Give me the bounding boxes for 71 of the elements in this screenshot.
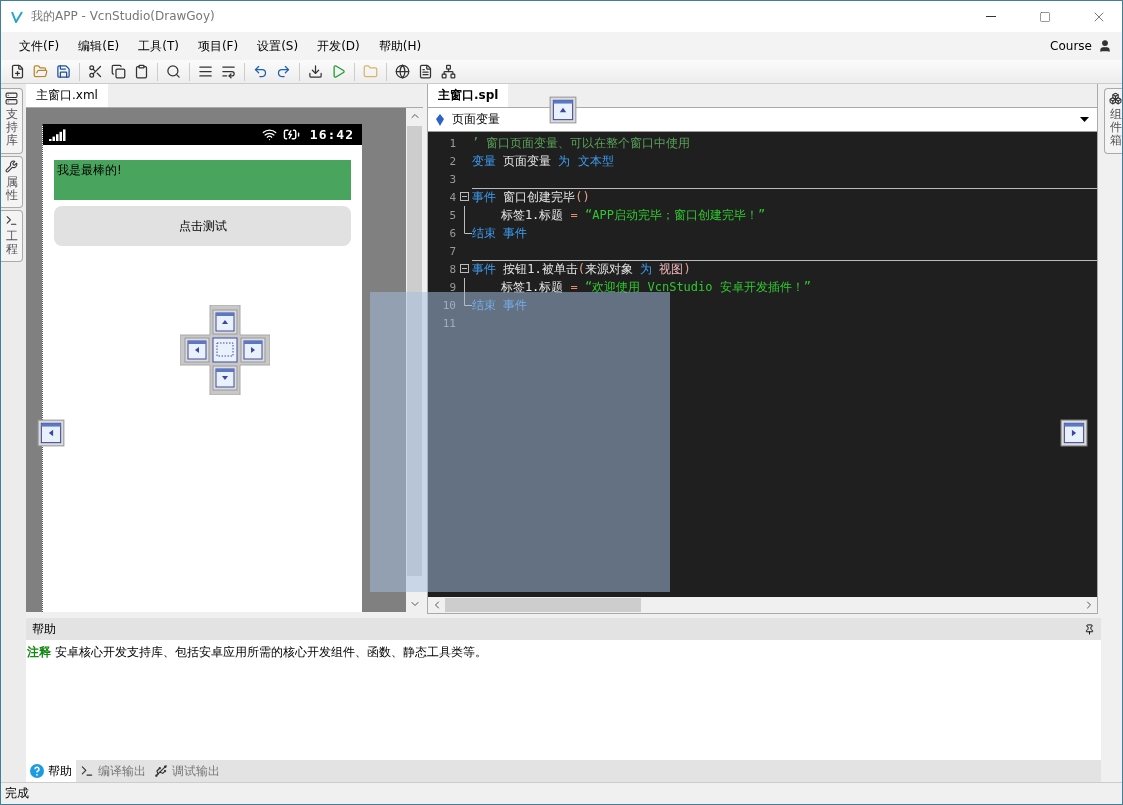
dock-tab[interactable]: 工程	[1, 209, 23, 263]
diamond-icon	[436, 113, 444, 126]
panel-tab[interactable]: 帮助	[26, 760, 76, 782]
app-logo-icon	[11, 10, 23, 23]
line-number: 9	[448, 280, 456, 294]
panel-title: 帮助	[32, 620, 57, 638]
code-line: 事件 按钮1.被单击(来源对象 为 视图)	[472, 260, 691, 278]
fold-end-icon	[464, 296, 472, 306]
terminal-icon	[5, 213, 18, 227]
menu-item[interactable]: 帮助(H)	[370, 35, 430, 57]
line-number: 8	[448, 262, 456, 276]
code-line: 变量 页面变量 为 文本型	[472, 152, 614, 170]
console-icon	[80, 764, 94, 778]
line-number: 7	[448, 244, 456, 258]
status-text: 完成	[5, 785, 29, 802]
dock-guide-drawing[interactable]	[180, 305, 270, 395]
server-icon	[5, 92, 18, 105]
usb-icon	[154, 764, 168, 778]
line-number: 3	[448, 172, 456, 186]
code-line: 结束 事件	[472, 224, 528, 242]
code-line: 标签1.标题 = “APP启动完毕；窗口创建完毕！”	[499, 206, 766, 224]
dock-top-guide-icon[interactable]	[548, 95, 578, 125]
dropdown-caret-icon	[1080, 117, 1089, 122]
maximize-icon	[1039, 10, 1051, 23]
line-number: 1	[448, 136, 456, 150]
menu-item[interactable]: 工具(T)	[130, 35, 187, 57]
wrench-icon	[5, 159, 18, 173]
line-number: 11	[441, 316, 456, 330]
pin-icon[interactable]	[1084, 623, 1095, 635]
dock-tab[interactable]: 支持库	[1, 88, 23, 154]
signal-icon	[49, 128, 67, 141]
fold-end-icon	[464, 224, 472, 234]
line-number: 10	[441, 298, 456, 312]
line-number: 6	[448, 226, 456, 240]
panel-tab[interactable]: 编译输出	[76, 760, 150, 782]
line-number: 2	[448, 154, 456, 168]
document-tab[interactable]: 主窗口.spl	[428, 84, 509, 107]
line-number: 5	[448, 208, 456, 222]
minimize-icon	[986, 16, 996, 17]
code-editor[interactable]: 1 ’ 窗口页面变量、可以在整个窗口中使用 2 变量 页面变量 为 文本型 3 4 事件 窗口创建完毕() 5 标签1.标题 = “APP启动完毕；窗口创建完毕！” 6 结束 事件 7 8 事件 按钮1.被单击(来源对象 为 视图) 9 标签1.标题 = “欢迎使用 VcnStudio 安卓开发插件！” 10 结束 事件 11	[428, 132, 1097, 597]
help-note: 注释 安卓核心开发支持库、包括安卓应用所需的核心开发组件、函数、静态工具类等。	[27, 644, 488, 661]
line-number: 4	[448, 190, 456, 204]
fold-toggle-icon[interactable]	[460, 192, 469, 201]
fold-toggle-icon[interactable]	[460, 264, 469, 273]
code-line: 标签1.标题 = “欢迎使用 VcnStudio 安卓开发插件！”	[499, 278, 811, 296]
panel-tab[interactable]: 调试输出	[150, 760, 224, 782]
code-line: 事件 窗口创建完毕()	[472, 188, 590, 206]
test-button[interactable]: 点击测试	[54, 206, 351, 246]
dock-left-guide-icon[interactable]	[36, 418, 66, 448]
window-title: 我的APP - VcnStudio(DrawGoy)	[31, 8, 216, 25]
code-line: 结束 事件	[472, 296, 528, 314]
help-icon	[30, 764, 44, 778]
dock-tab[interactable]: 组件箱	[1104, 88, 1122, 154]
label-widget: 我是最棒的!	[54, 160, 351, 200]
menu-item[interactable]: 项目(F)	[189, 35, 247, 57]
dock-tab[interactable]: 属性	[1, 155, 23, 208]
wifi-icon	[261, 127, 277, 142]
code-line: ’ 窗口页面变量、可以在整个窗口中使用	[472, 134, 691, 152]
fold-guide-icon	[464, 278, 465, 296]
scope-dropdown[interactable]: 页面变量	[428, 108, 1097, 132]
dock-right-guide-icon[interactable]	[1059, 418, 1089, 448]
boxes-icon	[1109, 92, 1122, 105]
status-time: 16:42	[309, 127, 354, 142]
document-tab[interactable]: 主窗口.xml	[26, 84, 108, 107]
user-icon[interactable]	[1098, 39, 1112, 53]
fold-guide-icon	[464, 206, 465, 224]
account-name: Course	[1050, 39, 1092, 53]
menu-item[interactable]: 开发(D)	[309, 35, 368, 57]
menu-item[interactable]: 文件(F)	[11, 35, 68, 57]
menu-item[interactable]: 设置(S)	[249, 35, 307, 57]
menu-item[interactable]: 编辑(E)	[70, 35, 128, 57]
